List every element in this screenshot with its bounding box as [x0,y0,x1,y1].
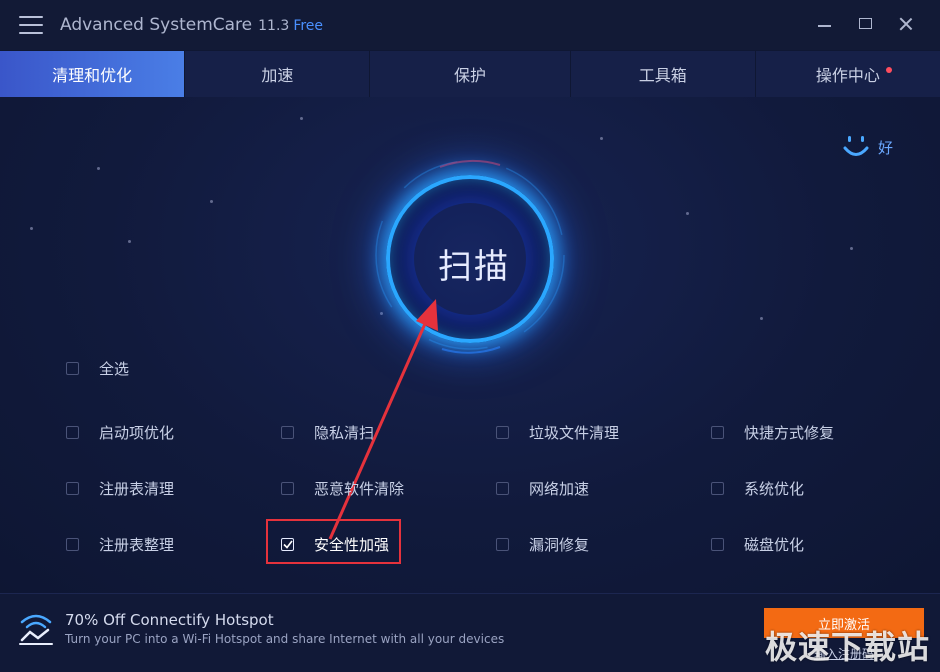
option-privacy-sweep[interactable]: 隐私清扫 [281,422,374,443]
wifi-hotspot-icon [19,614,53,645]
app-edition: Free [293,18,324,34]
tab-action-center[interactable]: 操作中心 [756,51,940,97]
main-tabs: 清理和优化 加速 保护 工具箱 操作中心 [0,51,940,97]
star-decoration [686,212,689,215]
main-panel: 好 扫描 全选 启动项优化 隐私清扫 垃圾文件清理 快捷方式修复 注册表清理 恶… [0,97,940,593]
checkbox-box[interactable] [496,482,509,495]
notification-dot [885,67,892,73]
checkbox-box[interactable] [66,426,79,439]
tab-speedup[interactable]: 加速 [185,51,371,97]
checkbox-box[interactable] [281,482,294,495]
option-internet-boost[interactable]: 网络加速 [496,478,589,499]
option-junk-clean[interactable]: 垃圾文件清理 [496,422,619,443]
option-shortcut-fix[interactable]: 快捷方式修复 [711,422,834,443]
annotation-arrow [328,299,438,540]
app-name: Advanced SystemCare [60,15,253,35]
checkbox-label: 快捷方式修复 [744,424,835,442]
option-registry-defrag[interactable]: 注册表整理 [66,534,174,555]
checkbox-label: 网络加速 [529,480,590,498]
watermark: 极速下载站 [765,628,931,666]
star-decoration [210,200,213,203]
checkbox-box[interactable] [281,426,294,439]
tab-clean-optimize[interactable]: 清理和优化 [0,51,186,97]
status-mood: 好 [840,133,893,161]
checkbox-box[interactable] [496,426,509,439]
checkbox-box[interactable] [496,538,509,551]
option-vulnerability-fix[interactable]: 漏洞修复 [496,534,589,555]
checkbox-label: 恶意软件清除 [314,480,405,498]
checkbox-label: 系统优化 [744,480,805,498]
star-decoration [600,137,603,140]
star-decoration [30,227,33,230]
star-decoration [850,247,853,250]
app-version: 11.3 [258,18,290,34]
menu-icon[interactable] [19,16,43,34]
checkbox-label: 漏洞修复 [529,536,590,554]
footer-promo: 70% Off Connectify Hotspot Turn your PC … [0,593,940,672]
checkbox-label: 注册表整理 [99,536,175,554]
checkbox-box[interactable] [711,426,724,439]
mood-label: 好 [878,138,894,157]
checkbox-label: 注册表清理 [99,480,175,498]
option-registry-clean[interactable]: 注册表清理 [66,478,174,499]
checkbox-label: 隐私清扫 [314,424,375,442]
tab-label: 清理和优化 [52,66,133,85]
tab-protect[interactable]: 保护 [370,51,571,97]
smiley-icon [843,136,869,156]
star-decoration [760,317,763,320]
close-icon[interactable] [896,14,916,34]
checkbox-box[interactable] [711,538,724,551]
checkbox-label: 全选 [99,360,130,378]
maximize-icon[interactable] [856,14,876,34]
minimize-icon[interactable] [815,14,835,34]
tab-label: 保护 [454,66,487,85]
star-decoration [97,167,100,170]
tab-label: 加速 [261,66,294,85]
option-malware-removal[interactable]: 恶意软件清除 [281,478,404,499]
checkbox-label: 启动项优化 [99,424,175,442]
checkbox-box[interactable] [66,538,79,551]
option-disk-optimize[interactable]: 磁盘优化 [711,534,804,555]
promo-description: Turn your PC into a Wi-Fi Hotspot and sh… [65,632,505,646]
select-all-checkbox[interactable]: 全选 [66,358,129,379]
checkbox-label: 垃圾文件清理 [529,424,620,442]
tab-toolbox[interactable]: 工具箱 [571,51,756,97]
option-system-optimize[interactable]: 系统优化 [711,478,804,499]
promo-title[interactable]: 70% Off Connectify Hotspot [65,611,274,629]
title-bar: Advanced SystemCare 11.3 Free [0,0,940,50]
option-startup-optimize[interactable]: 启动项优化 [66,422,174,443]
checkbox-box[interactable] [711,482,724,495]
star-decoration [300,117,303,120]
star-decoration [128,240,131,243]
annotation-highlight-box [266,519,401,564]
app-title: Advanced SystemCare 11.3 Free [60,15,323,35]
tab-label: 工具箱 [638,66,687,85]
checkbox-box[interactable] [66,482,79,495]
checkbox-box[interactable] [66,362,79,375]
checkbox-label: 磁盘优化 [744,536,805,554]
tab-label: 操作中心 [815,66,880,85]
